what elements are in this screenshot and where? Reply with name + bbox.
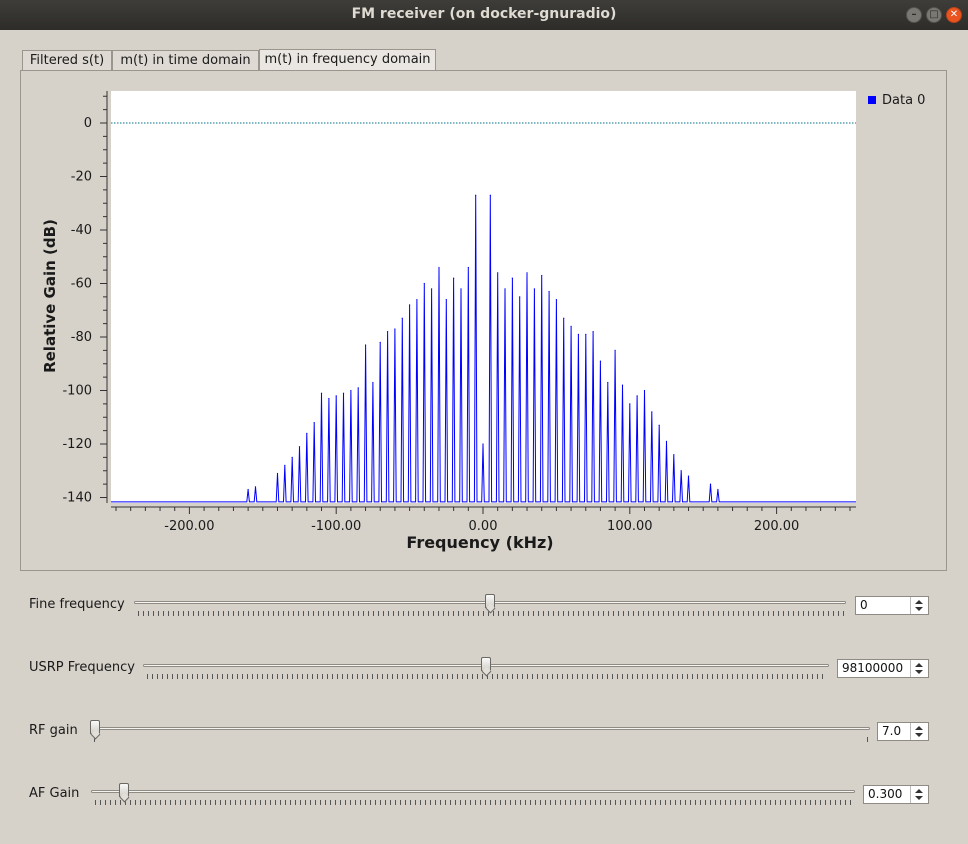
usrp-frequency-spin-arrows[interactable] [910,660,928,677]
spin-down-icon[interactable] [915,733,923,737]
legend-swatch [868,96,876,104]
af-gain-spinbox[interactable] [863,785,929,804]
tab-frequency-domain[interactable]: m(t) in frequency domain [259,49,436,71]
af-gain-slider[interactable] [91,790,855,793]
usrp-frequency-slider-handle[interactable] [481,657,491,671]
minimize-button[interactable]: – [906,7,922,23]
y-axis-label: Relative Gain (dB) [41,219,59,373]
af-gain-slider-handle[interactable] [118,783,129,797]
window-title: FM receiver (on docker-gnuradio) [351,6,617,22]
af-gain-ticks [95,800,853,805]
spin-up-icon[interactable] [915,663,923,667]
minimize-icon: – [911,9,917,20]
usrp-frequency-label: USRP Frequency [29,660,135,675]
fine-frequency-slider-handle[interactable] [485,594,495,608]
af-gain-input[interactable] [868,787,913,801]
spin-down-icon[interactable] [915,607,923,611]
close-icon: ✕ [949,9,959,20]
spin-down-icon[interactable] [915,670,923,674]
rf-gain-spinbox[interactable] [877,722,929,741]
legend-entry: Data 0 [882,93,926,108]
rf-gain-ticks [94,737,868,742]
plot-canvas[interactable] [111,91,856,503]
tab-time-domain[interactable]: m(t) in time domain [112,50,259,70]
title-bar: FM receiver (on docker-gnuradio) – □ ✕ [0,0,968,30]
spin-down-icon[interactable] [915,796,923,800]
maximize-button[interactable]: □ [926,7,942,23]
close-button[interactable]: ✕ [946,7,962,23]
usrp-frequency-input[interactable] [842,661,905,675]
usrp-frequency-spinbox[interactable] [837,659,929,678]
maximize-icon: □ [929,9,939,20]
af-gain-label: AF Gain [29,786,80,801]
rf-gain-label: RF gain [29,723,78,738]
tab-filtered-s[interactable]: Filtered s(t) [22,50,112,70]
rf-gain-slider-handle[interactable] [90,720,100,734]
af-gain-spin-arrows[interactable] [910,786,928,803]
fine-frequency-spinbox[interactable] [855,596,929,615]
rf-gain-slider[interactable] [90,727,870,730]
spin-up-icon[interactable] [915,600,923,604]
spin-up-icon[interactable] [915,789,923,793]
fine-frequency-input[interactable] [860,598,911,612]
x-axis-label: Frequency (kHz) [406,533,554,552]
spin-up-icon[interactable] [915,726,923,730]
rf-gain-spin-arrows[interactable] [910,723,928,740]
fine-frequency-spin-arrows[interactable] [910,597,928,614]
fine-frequency-label: Fine frequency [29,597,125,612]
legend: Data 0 [868,93,925,108]
